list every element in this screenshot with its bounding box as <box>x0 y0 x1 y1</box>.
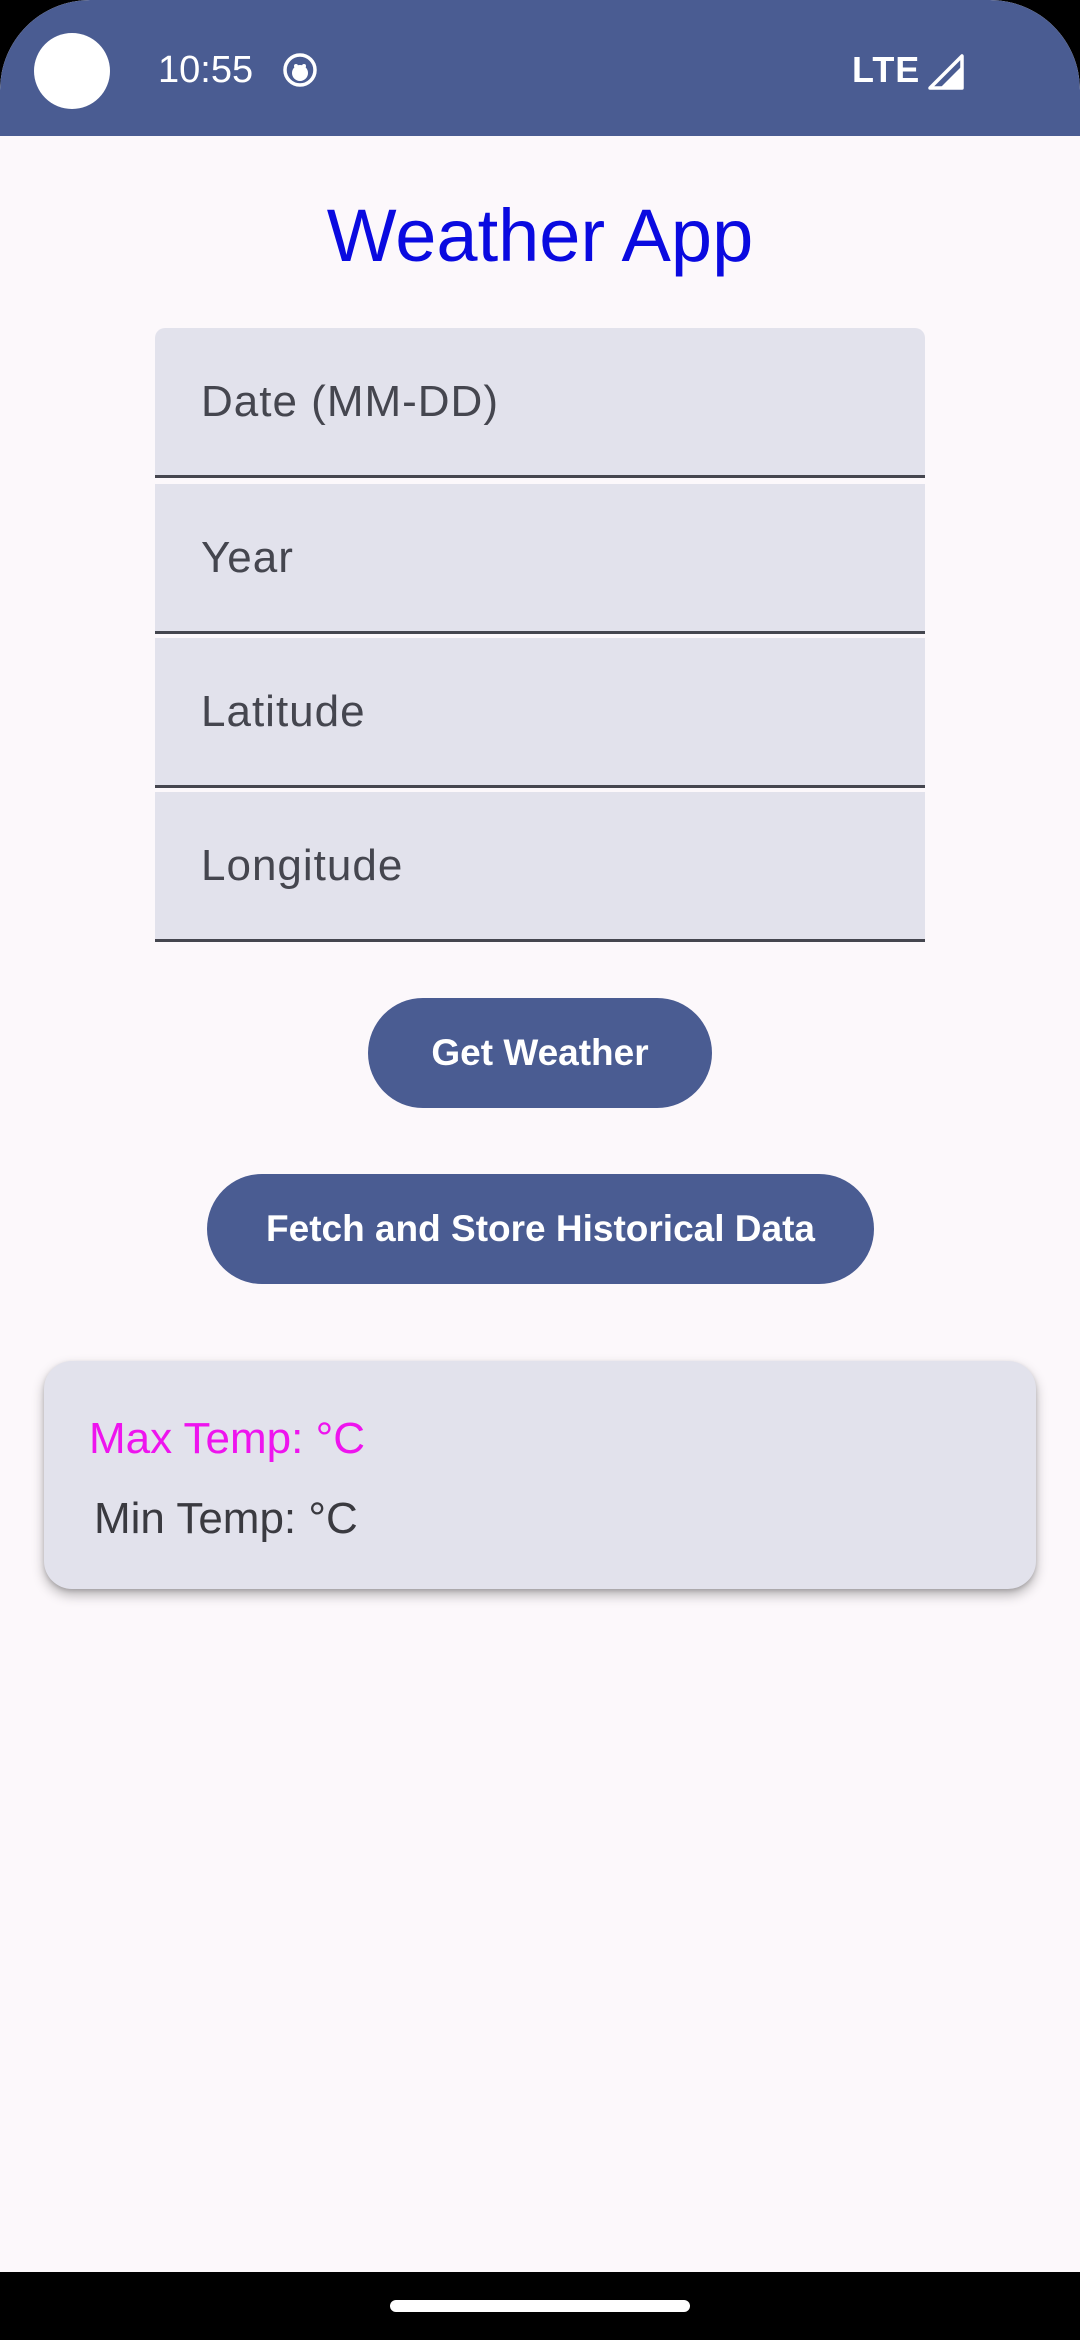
face-icon <box>283 53 317 87</box>
year-input[interactable] <box>155 484 925 631</box>
network-type-label: LTE <box>852 49 921 90</box>
status-bar: 10:55 LTE <box>0 0 1080 136</box>
min-temp-label: Min Temp: °C <box>94 1494 358 1543</box>
fetch-store-historical-data-button[interactable]: Fetch and Store Historical Data <box>207 1174 874 1284</box>
get-weather-button[interactable]: Get Weather <box>368 998 712 1108</box>
signal-icon <box>928 54 964 90</box>
status-time: 10:55 <box>158 49 254 91</box>
date-input[interactable] <box>155 328 925 475</box>
camera-cutout <box>34 33 110 109</box>
latitude-input[interactable] <box>155 638 925 785</box>
weather-result-card: Max Temp: °C Min Temp: °C <box>44 1361 1036 1589</box>
year-field[interactable] <box>155 484 925 634</box>
longitude-input[interactable] <box>155 792 925 939</box>
latitude-field[interactable] <box>155 638 925 788</box>
longitude-field[interactable] <box>155 792 925 942</box>
max-temp-label: Max Temp: °C <box>89 1414 365 1463</box>
page-title: Weather App <box>326 194 754 277</box>
app-screen: 10:55 LTE Weather App Get Weather Fetch … <box>0 0 1080 2340</box>
home-indicator[interactable] <box>390 2300 690 2312</box>
date-field[interactable] <box>155 328 925 478</box>
